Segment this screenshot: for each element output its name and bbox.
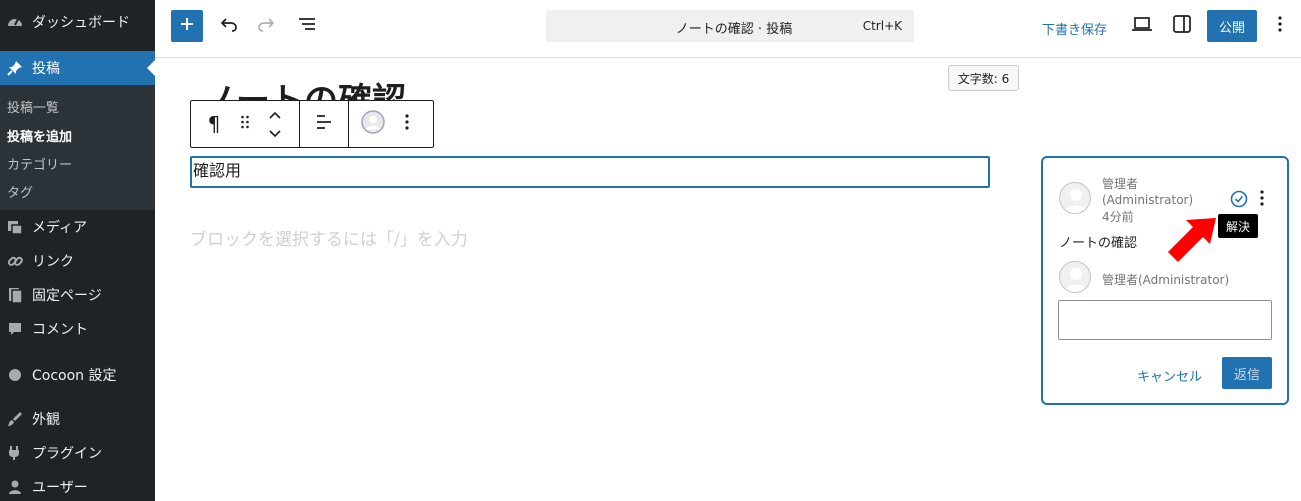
vertical-ellipsis-icon (1255, 190, 1269, 214)
sidebar-item-label: リンク (32, 254, 74, 270)
word-count-badge: 文字数: 6 (948, 65, 1019, 91)
sidebar-panel-icon (1172, 14, 1192, 38)
paragraph-block[interactable]: 確認用 (190, 156, 990, 188)
undo-button[interactable] (213, 10, 245, 42)
paragraph-icon: ¶ (207, 112, 221, 136)
chevron-down-icon[interactable] (268, 124, 282, 143)
sidebar-item-label: ダッシュボード (32, 15, 130, 31)
block-toolbar-group-extra (349, 101, 433, 147)
editor-header: ノートの確認 · 投稿 Ctrl+K 下書き保存 公開 (155, 0, 1301, 58)
user-icon (6, 478, 24, 496)
note-text: ノートの確認 (1059, 236, 1138, 251)
avatar (1059, 182, 1091, 214)
comment-icon (6, 320, 24, 338)
link-icon (6, 252, 24, 270)
sidebar-item-label: ユーザー (32, 480, 88, 496)
redo-icon (256, 14, 276, 38)
drag-handle-icon (240, 114, 250, 134)
reply-author: 管理者(Administrator) (1102, 273, 1230, 287)
resolve-tooltip: 解決 (1218, 214, 1258, 238)
reply-input[interactable] (1058, 300, 1272, 340)
note-author: 管理者 (Administrator) (1102, 176, 1193, 208)
post-title[interactable]: ノートの確認 (202, 76, 406, 101)
pin-icon (6, 59, 24, 77)
redo-button[interactable] (250, 10, 282, 42)
sidebar-item-comments[interactable]: コメント (0, 312, 155, 346)
sidebar-item-cocoon-settings[interactable]: Cocoon 設定 (0, 358, 155, 392)
chevron-up-icon[interactable] (268, 105, 282, 124)
undo-icon (219, 14, 239, 38)
block-toolbar: ¶ (190, 100, 434, 148)
note-timestamp: 4分前 (1102, 210, 1134, 224)
resolve-note-button[interactable] (1229, 189, 1249, 209)
add-note-button[interactable] (349, 101, 397, 147)
sidebar-item-users[interactable]: ユーザー (0, 470, 155, 501)
preview-button[interactable] (1128, 12, 1156, 40)
block-type-button[interactable]: ¶ (191, 101, 237, 147)
brush-icon (6, 410, 24, 428)
note-author-name: 管理者 (1102, 177, 1139, 191)
sidebar-item-pages[interactable]: 固定ページ (0, 278, 155, 312)
sidebar-item-posts[interactable]: 投稿 (0, 51, 155, 85)
plus-icon (179, 16, 195, 36)
block-appender-placeholder[interactable]: ブロックを選択するには「/」を入力 (190, 225, 468, 250)
sidebar-item-media[interactable]: メディア (0, 210, 155, 244)
note-options-button[interactable] (1255, 188, 1269, 210)
settings-sidebar-toggle[interactable] (1168, 12, 1196, 40)
cancel-button[interactable]: キャンセル (1137, 366, 1202, 385)
reply-button[interactable]: 返信 (1222, 357, 1272, 389)
note-panel: 管理者 (Administrator) 4分前 ノートの確認 管理者(Admin… (1041, 156, 1289, 405)
align-left-icon (314, 113, 334, 135)
sidebar-item-label: 投稿 (32, 61, 60, 77)
keyboard-shortcut: Ctrl+K (862, 19, 902, 33)
list-view-icon (297, 14, 317, 38)
admin-sidebar: ダッシュボード 投稿 投稿一覧 投稿を追加 カテゴリー タグ メディア リンク … (0, 0, 155, 501)
sidebar-item-links[interactable]: リンク (0, 244, 155, 278)
document-title: ノートの確認 · 投稿 (675, 22, 793, 37)
check-circle-icon (1229, 190, 1249, 213)
submenu-item-categories[interactable]: カテゴリー (7, 154, 72, 173)
posts-submenu: 投稿一覧 投稿を追加 カテゴリー タグ (0, 85, 155, 210)
submenu-item-all-posts[interactable]: 投稿一覧 (7, 97, 59, 116)
block-toolbar-group-main: ¶ (191, 101, 300, 147)
sidebar-item-label: 固定ページ (32, 288, 102, 304)
note-author-role: (Administrator) (1102, 193, 1194, 207)
sidebar-item-label: コメント (32, 322, 88, 338)
drag-handle[interactable] (237, 101, 253, 147)
publish-button[interactable]: 公開 (1207, 10, 1257, 42)
reply-avatar (1059, 261, 1091, 293)
block-toolbar-group-align (300, 101, 349, 147)
laptop-icon (1131, 15, 1153, 37)
sidebar-item-label: 外観 (32, 412, 60, 428)
circle-icon (6, 366, 24, 384)
move-block-buttons[interactable] (253, 101, 297, 147)
avatar-icon (361, 110, 385, 138)
vertical-ellipsis-icon (405, 114, 409, 134)
command-palette-bar[interactable]: ノートの確認 · 投稿 Ctrl+K (546, 10, 914, 42)
sidebar-item-appearance[interactable]: 外観 (0, 402, 155, 436)
media-icon (6, 218, 24, 236)
sidebar-item-plugins[interactable]: プラグイン (0, 436, 155, 470)
page-icon (6, 286, 24, 304)
submenu-item-tags[interactable]: タグ (7, 182, 33, 201)
sidebar-item-label: プラグイン (32, 446, 102, 462)
save-draft-button[interactable]: 下書き保存 (1042, 19, 1107, 38)
dashboard-icon (6, 13, 24, 31)
document-overview-button[interactable] (291, 10, 323, 42)
sidebar-item-label: メディア (32, 220, 88, 236)
align-button[interactable] (300, 101, 348, 147)
red-arrow-annotation (1160, 210, 1220, 270)
block-options-button[interactable] (397, 101, 417, 147)
block-inserter-button[interactable] (171, 10, 203, 42)
options-menu-button[interactable] (1269, 12, 1291, 40)
vertical-ellipsis-icon (1278, 16, 1282, 36)
sidebar-item-label: Cocoon 設定 (32, 368, 117, 384)
plugin-icon (6, 444, 24, 462)
submenu-item-add-post[interactable]: 投稿を追加 (7, 126, 72, 145)
sidebar-item-dashboard[interactable]: ダッシュボード (0, 5, 155, 39)
